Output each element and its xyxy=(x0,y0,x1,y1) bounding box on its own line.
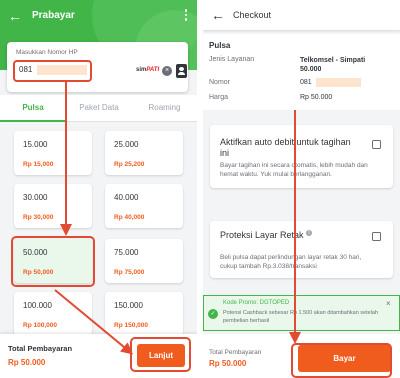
phone-number-label: Masukkan Nomor HP xyxy=(16,49,78,56)
protection-title-row: Proteksi Layar Retak i xyxy=(220,230,360,241)
redacted-number xyxy=(316,78,361,87)
order-summary: Pulsa Jenis Layanan Telkomsel - Simpati … xyxy=(203,34,400,110)
operator-logo: simPATI xyxy=(136,67,160,73)
product-tile[interactable]: 100.000 Rp 100,000 xyxy=(14,292,92,336)
total-label: Total Pembayaran xyxy=(209,349,262,356)
product-tile[interactable]: 15.000 Rp 15,000 xyxy=(14,131,92,175)
protection-description: Beli pulsa dapat perlindungan layar reta… xyxy=(220,254,362,270)
price-value: Rp 50.000 xyxy=(300,94,333,101)
auto-debit-title: Aktifkan auto debit untuk tagihan ini xyxy=(220,137,351,158)
product-nominal: 15.000 xyxy=(23,140,48,149)
product-nominal: 40.000 xyxy=(114,193,139,202)
clear-icon[interactable]: × xyxy=(162,66,172,76)
protection-title: Proteksi Layar Retak xyxy=(220,230,304,240)
product-tile[interactable]: 25.000 Rp 25,200 xyxy=(105,131,183,175)
tab-pulsa[interactable]: Pulsa xyxy=(0,95,66,122)
product-price: Rp 100,000 xyxy=(23,322,57,329)
product-tile[interactable]: 30.000 Rp 30,000 xyxy=(14,184,92,228)
product-nominal: 100.000 xyxy=(23,301,52,310)
product-price: Rp 150,000 xyxy=(114,322,148,329)
checkout-header: ← Checkout xyxy=(203,0,400,30)
screen-protection-card: Proteksi Layar Retak i Beli pulsa dapat … xyxy=(210,221,393,278)
promo-message: Potensi Cashback sebesar Rp 1.500 akan d… xyxy=(223,310,379,324)
number-value: 081 xyxy=(300,79,312,86)
tab-paket-data[interactable]: Paket Data xyxy=(66,95,132,122)
checkout-screen: ← Checkout Pulsa Jenis Layanan Telkomsel… xyxy=(203,0,400,378)
service-type-value: Telkomsel - Simpati 50.000 xyxy=(300,57,366,73)
back-arrow-icon[interactable]: ← xyxy=(211,7,227,23)
product-price: Rp 30,000 xyxy=(23,214,54,221)
contact-book-icon[interactable] xyxy=(176,64,187,78)
annotation-highlight xyxy=(291,343,392,378)
product-price: Rp 25,200 xyxy=(114,161,145,168)
product-tile[interactable]: 75.000 Rp 75,000 xyxy=(105,239,183,283)
product-price: Rp 40,000 xyxy=(114,214,145,221)
product-tabs: Pulsa Paket Data Roaming xyxy=(0,95,197,122)
product-tile[interactable]: 40.000 Rp 40,000 xyxy=(105,184,183,228)
annotation-highlight xyxy=(13,60,92,82)
total-value: Rp 50.000 xyxy=(209,359,247,368)
product-nominal: 75.000 xyxy=(114,248,139,257)
product-nominal: 30.000 xyxy=(23,193,48,202)
product-nominal: 25.000 xyxy=(114,140,139,149)
product-nominal: 150.000 xyxy=(114,301,143,310)
product-price: Rp 15,000 xyxy=(23,161,54,168)
annotation-highlight xyxy=(130,337,191,372)
close-icon[interactable]: × xyxy=(386,299,391,308)
protection-checkbox[interactable] xyxy=(372,232,381,241)
price-label: Harga xyxy=(209,94,229,101)
service-type-label: Jenis Layanan xyxy=(209,56,255,63)
promo-code: Kode Promo: DGTOPED xyxy=(223,300,290,306)
product-price: Rp 75,000 xyxy=(114,269,145,276)
page-title: Checkout xyxy=(233,10,272,20)
info-icon[interactable]: i xyxy=(306,230,313,236)
section-title: Pulsa xyxy=(209,41,231,50)
promo-banner: ✓ Kode Promo: DGTOPED Potensi Cashback s… xyxy=(203,295,400,331)
page-title: Prabayar xyxy=(32,10,75,21)
number-label: Nomor xyxy=(209,79,231,86)
prabayar-screen: ← Prabayar Masukkan Nomor HP 081 simPATI… xyxy=(0,0,197,378)
tab-roaming[interactable]: Roaming xyxy=(132,95,197,122)
annotation-highlight xyxy=(11,236,95,287)
total-label: Total Pembayaran xyxy=(8,344,73,353)
more-options-icon[interactable] xyxy=(183,9,189,23)
auto-debit-description: Bayar tagihan ini secara otomatis, lebih… xyxy=(220,162,368,178)
phone-number-card: Masukkan Nomor HP 081 simPATI × xyxy=(7,42,188,92)
auto-debit-card: Aktifkan auto debit untuk tagihan ini Ba… xyxy=(210,125,393,188)
auto-debit-checkbox[interactable] xyxy=(372,140,381,149)
back-arrow-icon[interactable]: ← xyxy=(8,8,24,24)
product-tile[interactable]: 150.000 Rp 150,000 xyxy=(105,292,183,336)
check-icon: ✓ xyxy=(208,309,218,319)
total-value: Rp 50.000 xyxy=(8,358,46,367)
